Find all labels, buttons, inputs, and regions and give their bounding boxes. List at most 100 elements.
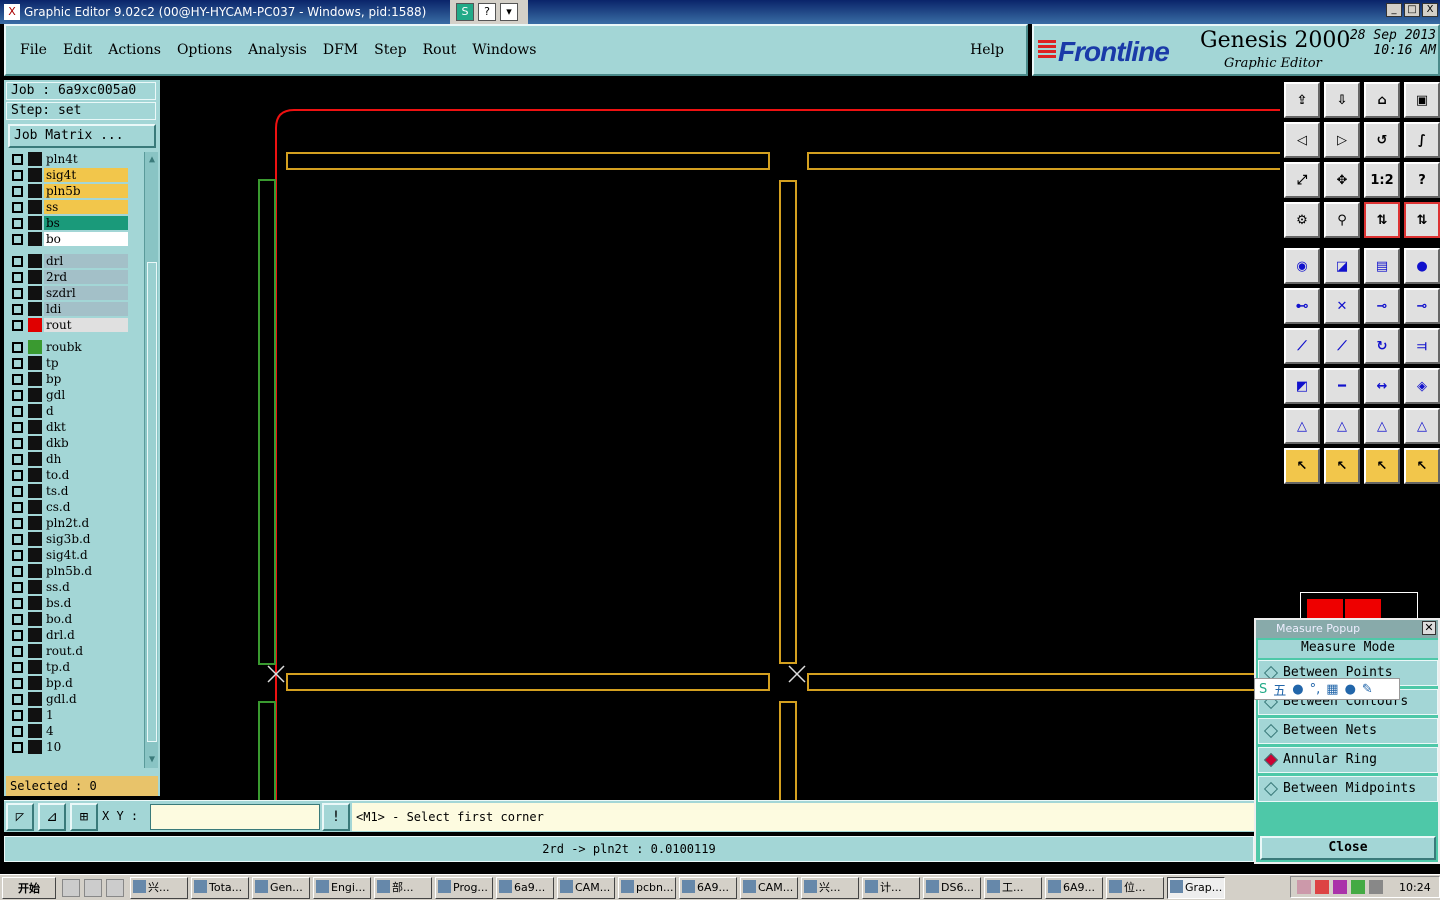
- layer-name[interactable]: bs.d: [44, 596, 128, 610]
- layer-color-swatch[interactable]: [28, 644, 42, 658]
- layer-color-swatch[interactable]: [28, 372, 42, 386]
- undo-icon[interactable]: ↺: [1364, 122, 1400, 158]
- layer-name[interactable]: drl: [44, 254, 128, 268]
- layer-color-swatch[interactable]: [28, 532, 42, 546]
- taskbar-item[interactable]: 6A9...: [1045, 876, 1103, 899]
- grid-icon[interactable]: ⊞: [70, 803, 98, 831]
- layer-checkbox[interactable]: [12, 304, 23, 315]
- layer-checkbox[interactable]: [12, 566, 23, 577]
- minimize-button[interactable]: _: [1386, 3, 1402, 17]
- layer-name[interactable]: pln2t.d: [44, 516, 128, 530]
- line-icon[interactable]: ⟋: [1324, 328, 1360, 364]
- layer-checkbox[interactable]: [12, 186, 23, 197]
- menu-step[interactable]: Step: [366, 42, 414, 58]
- layer-checkbox[interactable]: [12, 154, 23, 165]
- close-button[interactable]: X: [1422, 3, 1438, 17]
- layer-checkbox[interactable]: [12, 694, 23, 705]
- point-icon[interactable]: ⊸: [1404, 288, 1440, 324]
- open-job-icon[interactable]: ⇪: [1284, 82, 1320, 118]
- layer-row[interactable]: cs.d: [6, 500, 130, 514]
- layer-row[interactable]: roubk: [6, 340, 130, 354]
- layer-checkbox[interactable]: [12, 662, 23, 673]
- layer-name[interactable]: ldi: [44, 302, 128, 316]
- layer-checkbox[interactable]: [12, 202, 23, 213]
- cursor-icon[interactable]: ↖: [1404, 448, 1440, 484]
- layer-checkbox[interactable]: [12, 218, 23, 229]
- layer-name[interactable]: ss: [44, 200, 128, 214]
- layer-row[interactable]: dh: [6, 452, 130, 466]
- layer-name[interactable]: roubk: [44, 340, 128, 354]
- layer-checkbox[interactable]: [12, 742, 23, 753]
- layer-color-swatch[interactable]: [28, 388, 42, 402]
- cross-icon[interactable]: ✕: [1324, 288, 1360, 324]
- layer-name[interactable]: d: [44, 404, 128, 418]
- layer-color-swatch[interactable]: [28, 286, 42, 300]
- sogou-ime-icon[interactable]: S: [1259, 682, 1267, 697]
- layer-row[interactable]: rout.d: [6, 644, 130, 658]
- layer-name[interactable]: bs: [44, 216, 128, 230]
- layer-row[interactable]: 10: [6, 740, 130, 754]
- layer-name[interactable]: pln5b.d: [44, 564, 128, 578]
- quick-launch-icon[interactable]: [62, 878, 80, 897]
- layer-name[interactable]: drl.d: [44, 628, 128, 642]
- layer-color-swatch[interactable]: [28, 468, 42, 482]
- layer-checkbox[interactable]: [12, 438, 23, 449]
- layer-red-icon[interactable]: ⇅: [1364, 202, 1400, 238]
- layer-row[interactable]: gdl: [6, 388, 130, 402]
- layer-row[interactable]: 4: [6, 724, 130, 738]
- square-point-icon[interactable]: ◩: [1284, 368, 1320, 404]
- layer-name[interactable]: sig3b.d: [44, 532, 128, 546]
- layer-name[interactable]: ss.d: [44, 580, 128, 594]
- layer-row[interactable]: szdrl: [6, 286, 130, 300]
- layer-color-swatch[interactable]: [28, 270, 42, 284]
- layer-color-swatch[interactable]: [28, 168, 42, 182]
- layer-checkbox[interactable]: [12, 598, 23, 609]
- layer-name[interactable]: bp.d: [44, 676, 128, 690]
- taskbar-item[interactable]: pcbn...: [618, 876, 676, 899]
- tray-icon[interactable]: [1297, 880, 1311, 894]
- taskbar-item[interactable]: Prog...: [435, 876, 493, 899]
- layer-name[interactable]: gdl: [44, 388, 128, 402]
- layer-color-swatch[interactable]: [28, 436, 42, 450]
- layer-color-swatch[interactable]: [28, 318, 42, 332]
- menu-dfm[interactable]: DFM: [315, 42, 366, 58]
- layer-checkbox[interactable]: [12, 678, 23, 689]
- layer-checkbox[interactable]: [12, 614, 23, 625]
- layer-checkbox[interactable]: [12, 234, 23, 245]
- taskbar-item[interactable]: 位...: [1106, 876, 1164, 899]
- layer-row[interactable]: dkb: [6, 436, 130, 450]
- layer-row[interactable]: d: [6, 404, 130, 418]
- layer-name[interactable]: rout: [44, 318, 128, 332]
- layer-color-swatch[interactable]: [28, 200, 42, 214]
- start-button[interactable]: 开始: [2, 876, 56, 899]
- layer-color-swatch[interactable]: [28, 340, 42, 354]
- layer-color-swatch[interactable]: [28, 596, 42, 610]
- shapes-icon[interactable]: ◈: [1404, 368, 1440, 404]
- scroll-thumb[interactable]: [147, 262, 157, 742]
- exclaim-button[interactable]: !: [322, 803, 350, 831]
- layer-row[interactable]: ss.d: [6, 580, 130, 594]
- dropdown-icon[interactable]: ▾: [500, 3, 518, 21]
- layer-row[interactable]: pln2t.d: [6, 516, 130, 530]
- ruler-icon[interactable]: ▤: [1364, 248, 1400, 284]
- home-icon[interactable]: ⌂: [1364, 82, 1400, 118]
- edit-shape-icon[interactable]: ◪: [1324, 248, 1360, 284]
- option-annular-ring[interactable]: Annular Ring: [1258, 747, 1438, 773]
- scale-icon[interactable]: 1:2: [1364, 162, 1400, 198]
- layer-checkbox[interactable]: [12, 256, 23, 267]
- layer-row[interactable]: rout: [6, 318, 130, 332]
- layer-row[interactable]: 2rd: [6, 270, 130, 284]
- layer-row[interactable]: sig4t.d: [6, 548, 130, 562]
- layer-name[interactable]: rout.d: [44, 644, 128, 658]
- popup-close-button[interactable]: Close: [1260, 836, 1436, 860]
- layer-name[interactable]: 10: [44, 740, 128, 754]
- layer-checkbox[interactable]: [12, 454, 23, 465]
- menu-file[interactable]: File: [12, 42, 55, 58]
- layer-row[interactable]: gdl.d: [6, 692, 130, 706]
- layer-scrollbar[interactable]: ▲ ▼: [144, 152, 158, 768]
- layer-row[interactable]: ldi: [6, 302, 130, 316]
- taskbar-item[interactable]: 6A9...: [679, 876, 737, 899]
- layer-checkbox[interactable]: [12, 534, 23, 545]
- layer-name[interactable]: dkb: [44, 436, 128, 450]
- layer-checkbox[interactable]: [12, 486, 23, 497]
